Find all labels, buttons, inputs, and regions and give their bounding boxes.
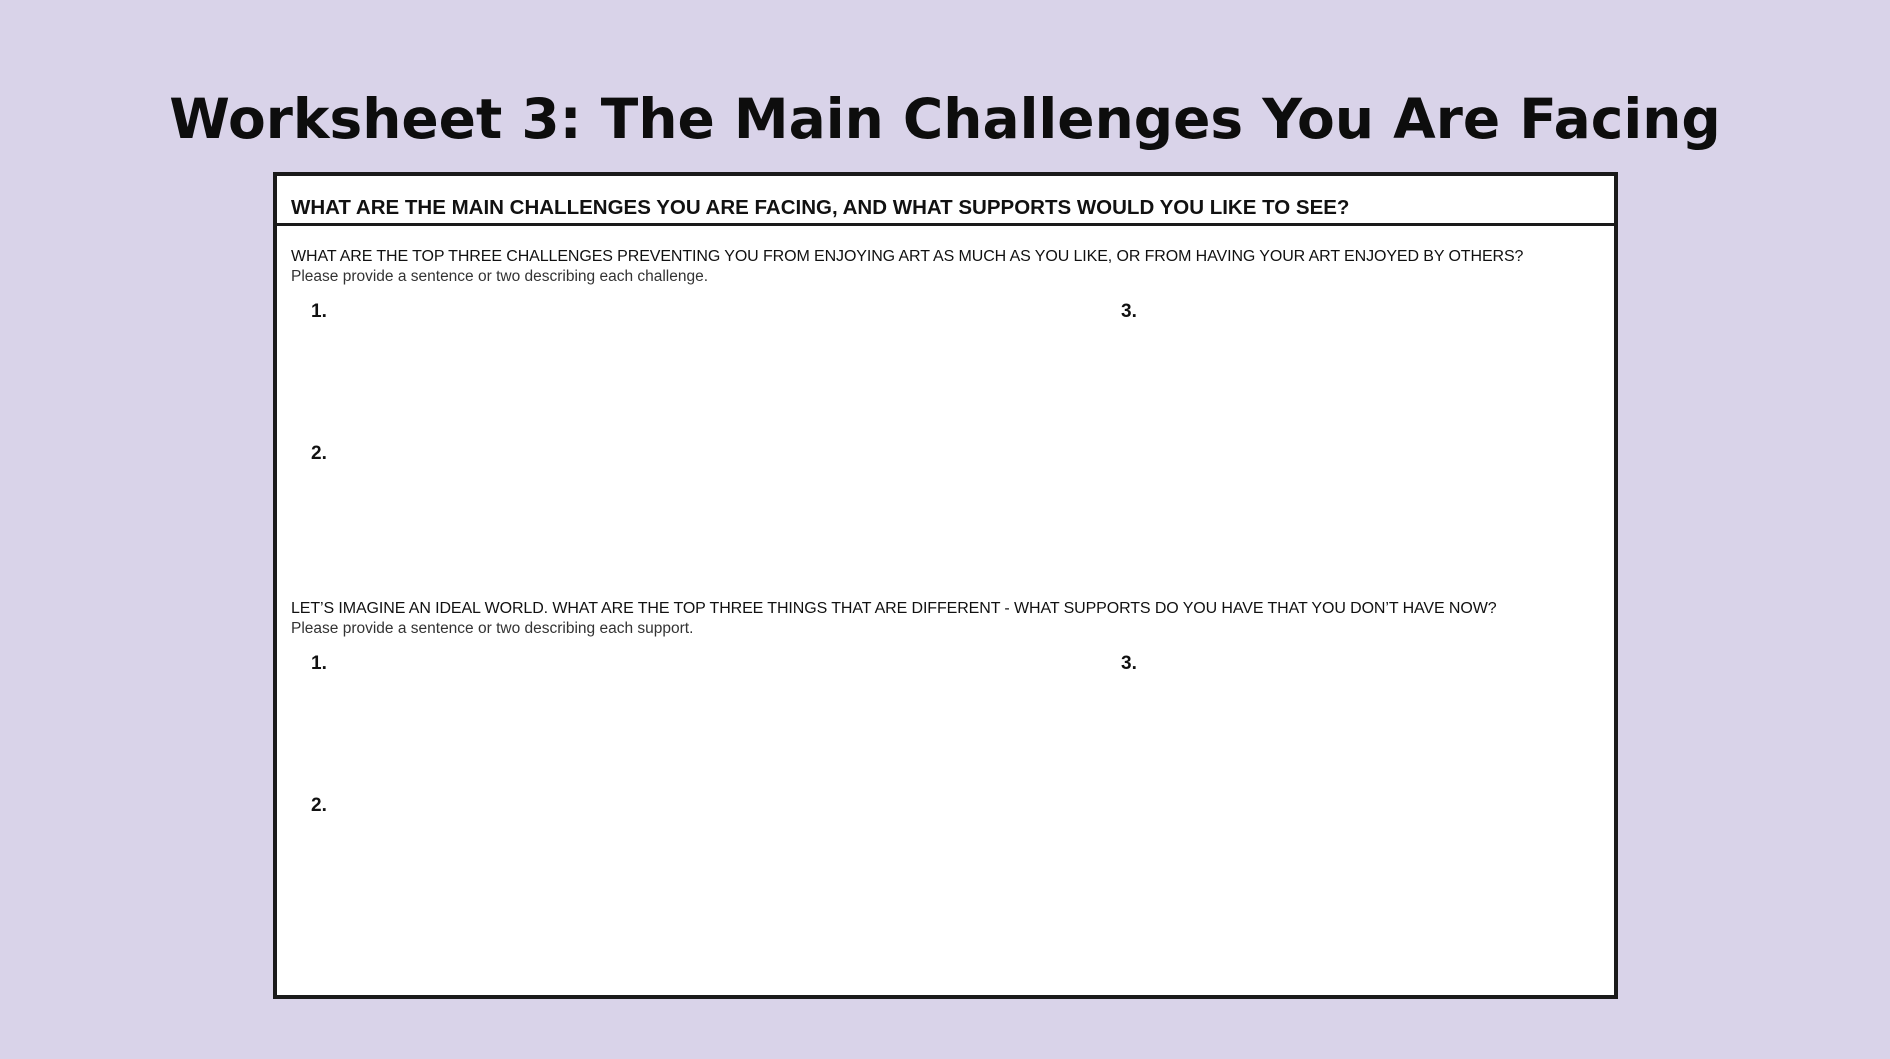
challenges-section: WHAT ARE THE TOP THREE CHALLENGES PREVEN…: [291, 247, 1600, 587]
challenge-2-answer-field[interactable]: [311, 441, 1071, 559]
challenges-question: WHAT ARE THE TOP THREE CHALLENGES PREVEN…: [291, 248, 1524, 265]
challenges-hint: Please provide a sentence or two describ…: [291, 268, 709, 285]
worksheet-header: WHAT ARE THE MAIN CHALLENGES YOU ARE FAC…: [277, 176, 1614, 226]
support-2-answer-field[interactable]: [311, 793, 1071, 911]
page-title: Worksheet 3: The Main Challenges You Are…: [169, 87, 1721, 151]
challenge-3-answer-field[interactable]: [1121, 299, 1591, 559]
support-1-answer-field[interactable]: [311, 651, 1071, 769]
supports-question: LET’S IMAGINE AN IDEAL WORLD. WHAT ARE T…: [291, 600, 1497, 617]
supports-section: LET’S IMAGINE AN IDEAL WORLD. WHAT ARE T…: [291, 599, 1600, 959]
support-3-answer-field[interactable]: [1121, 651, 1591, 911]
supports-hint: Please provide a sentence or two describ…: [291, 620, 694, 637]
challenge-1-answer-field[interactable]: [311, 299, 1071, 417]
worksheet-card: WHAT ARE THE MAIN CHALLENGES YOU ARE FAC…: [273, 172, 1618, 999]
